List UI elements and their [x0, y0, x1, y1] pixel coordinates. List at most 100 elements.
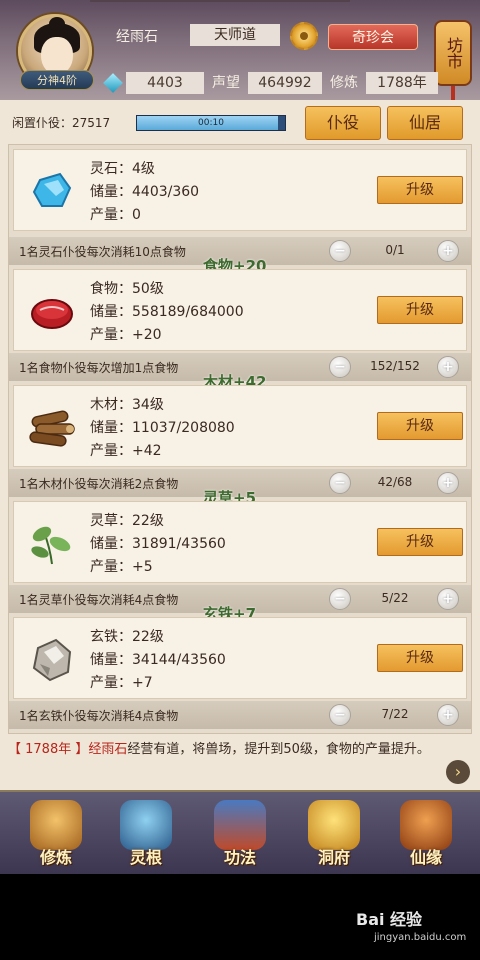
decrease-servant-button[interactable]: −: [329, 704, 351, 726]
resource-card-food: 食物：50级 储量：558189/684000 产量：+20 升级: [13, 269, 467, 351]
resource-output: 产量：+42: [90, 443, 162, 459]
watermark-brand: Bai 经验: [356, 910, 423, 929]
servant-count: 5/22: [381, 591, 409, 605]
plus-icon: +: [442, 243, 454, 259]
plus-icon: +: [442, 475, 454, 491]
plus-icon: +: [442, 359, 454, 375]
minus-icon: −: [334, 359, 346, 375]
log-text: 经营有道，将兽场，提升到50级，食物的产量提升。: [127, 742, 430, 757]
log-next-arrow-icon[interactable]: ›: [446, 760, 470, 784]
resource-card-wood: 木材：34级 储量：11037/208080 产量：+42 升级: [13, 385, 467, 467]
increase-servant-button[interactable]: +: [437, 240, 459, 262]
resource-name: 玄铁：22级: [90, 629, 164, 645]
nav-label: 灵根: [129, 848, 162, 867]
rank-badge: 分神4阶: [20, 70, 94, 90]
resource-storage: 储量：34144/43560: [90, 652, 226, 668]
sect-name: 天师道: [190, 24, 280, 46]
decrease-servant-button[interactable]: −: [329, 588, 351, 610]
market-lantern-button[interactable]: 坊市: [434, 20, 472, 100]
minus-icon: −: [334, 707, 346, 723]
upgrade-button[interactable]: 升级: [377, 176, 463, 204]
minus-icon: −: [334, 591, 346, 607]
upgrade-button[interactable]: 升级: [377, 296, 463, 324]
settings-gear-icon[interactable]: [290, 22, 318, 50]
servant-cost-text: 1名灵石仆役每次消耗10点食物: [19, 245, 186, 259]
servant-count: 42/68: [377, 475, 413, 489]
resource-list: 灵石：4级 储量：4403/360 产量：0 升级 1名灵石仆役每次消耗10点食…: [8, 144, 472, 734]
servants-button[interactable]: 仆役: [305, 106, 381, 140]
spirit-stone-count: 4403: [126, 72, 204, 94]
nav-label: 仙缘: [409, 848, 442, 867]
increase-servant-button[interactable]: +: [437, 704, 459, 726]
cultivation-years: 1788年: [366, 72, 438, 94]
reputation-value: 464992: [248, 72, 322, 94]
timer-progress-bar: 00:10: [136, 115, 286, 131]
resource-card-herb: 灵草：22级 储量：31891/43560 产量：+5 升级: [13, 501, 467, 583]
main-panel: 闲置仆役：27517 00:10 仆役 仙居 灵石：4级 储量：4403/360…: [0, 100, 480, 790]
nav-fate[interactable]: 仙缘: [388, 798, 464, 874]
bottom-navigation: 修炼 灵根 功法 洞府 仙缘: [0, 790, 480, 874]
servant-assign-bar: 1名玄铁仆役每次消耗4点食物 − 7/22 +: [9, 701, 471, 729]
event-log: 【 1788年 】经雨石经营有道，将兽场，提升到50级，食物的产量提升。: [8, 740, 468, 786]
gourd-icon: [400, 800, 452, 850]
minus-icon: −: [334, 243, 346, 259]
resource-card-spirit-stone: 灵石：4级 储量：4403/360 产量：0 升级: [13, 149, 467, 231]
increase-servant-button[interactable]: +: [437, 356, 459, 378]
servant-assign-bar: 1名灵草仆役每次消耗4点食物 玄铁+7 − 5/22 +: [9, 585, 471, 623]
herb-icon: [31, 526, 71, 565]
nav-spirit-root[interactable]: 灵根: [108, 798, 184, 874]
reputation-label: 声望: [212, 75, 240, 91]
increase-servant-button[interactable]: +: [437, 472, 459, 494]
servant-count: 0/1: [385, 243, 405, 257]
servant-assign-bar: 1名灵石仆役每次消耗10点食物 食物+20 − 0/1 +: [9, 237, 471, 275]
resource-card-iron: 玄铁：22级 储量：34144/43560 产量：+7 升级: [13, 617, 467, 699]
nav-techniques[interactable]: 功法: [202, 798, 278, 874]
nav-cultivate[interactable]: 修炼: [18, 798, 94, 874]
log-player-name: 经雨石: [88, 742, 128, 757]
upgrade-button[interactable]: 升级: [377, 644, 463, 672]
meat-icon: [31, 299, 73, 329]
scroll-book-icon: [214, 800, 266, 850]
plus-icon: +: [442, 707, 454, 723]
cultivation-label: 修炼: [330, 75, 358, 91]
upgrade-button[interactable]: 升级: [377, 528, 463, 556]
decrease-servant-button[interactable]: −: [329, 472, 351, 494]
nav-label: 洞府: [317, 848, 350, 867]
pagoda-icon: [308, 800, 360, 850]
resource-output: 产量：+7: [90, 675, 153, 691]
servant-count: 7/22: [381, 707, 409, 721]
nav-label: 修炼: [39, 848, 72, 867]
resource-output: 产量：0: [90, 207, 141, 223]
resource-name: 灵石：4级: [90, 161, 155, 177]
nav-label: 功法: [223, 848, 256, 867]
resource-storage: 储量：558189/684000: [90, 304, 244, 320]
top-status-header: 分神4阶 经雨石 天师道 奇珍会 坊市 4403 声望 464992 修炼 17…: [0, 0, 480, 100]
servant-cost-text: 1名灵草仆役每次消耗4点食物: [19, 593, 179, 607]
wood-logs-icon: [29, 410, 75, 447]
servant-assign-bar: 1名食物仆役每次增加1点食物 木材+42 − 152/152 +: [9, 353, 471, 391]
timer-text: 00:10: [198, 118, 224, 128]
resource-output: 产量：+5: [90, 559, 153, 575]
sword-spirit-icon: [120, 800, 172, 850]
resource-name: 木材：34级: [90, 397, 164, 413]
resource-storage: 储量：11037/208080: [90, 420, 235, 436]
resource-name: 食物：50级: [90, 281, 164, 297]
increase-servant-button[interactable]: +: [437, 588, 459, 610]
decrease-servant-button[interactable]: −: [329, 240, 351, 262]
servant-count: 152/152: [370, 359, 420, 373]
spirit-stone-icon: [32, 172, 72, 207]
servant-cost-text: 1名玄铁仆役每次消耗4点食物: [19, 709, 179, 723]
upgrade-button[interactable]: 升级: [377, 412, 463, 440]
servant-assign-bar: 1名木材仆役每次消耗2点食物 灵草+5 − 42/68 +: [9, 469, 471, 507]
decrease-servant-button[interactable]: −: [329, 356, 351, 378]
avatar-hair-bun: [49, 17, 65, 31]
log-year: 【 1788年 】: [8, 742, 89, 757]
player-name: 经雨石: [116, 29, 158, 45]
resource-name: 灵草：22级: [90, 513, 164, 529]
resource-storage: 储量：31891/43560: [90, 536, 226, 552]
nav-cave-dwelling[interactable]: 洞府: [296, 798, 372, 874]
residence-button[interactable]: 仙居: [387, 106, 463, 140]
resource-output: 产量：+20: [90, 327, 162, 343]
treasure-fair-button[interactable]: 奇珍会: [328, 24, 418, 50]
servant-cost-text: 1名食物仆役每次增加1点食物: [19, 361, 179, 375]
